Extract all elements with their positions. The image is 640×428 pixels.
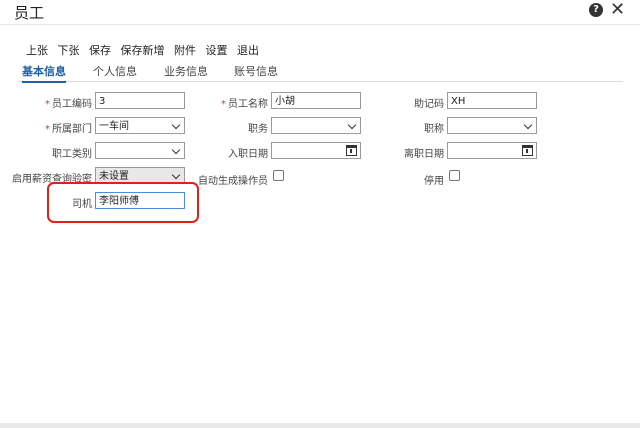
tab-bar: 基本信息 个人信息 业务信息 账号信息 xyxy=(18,63,623,83)
exit-button[interactable]: 退出 xyxy=(237,44,259,57)
prev-button[interactable]: 上张 xyxy=(26,44,48,57)
title-label: 职称 xyxy=(424,124,444,135)
window-title: 员工 xyxy=(14,4,45,22)
settings-button[interactable]: 设置 xyxy=(206,44,228,57)
mnemonic-label: 助记码 xyxy=(414,99,444,110)
calendar-icon[interactable] xyxy=(346,145,357,156)
auto-operator-checkbox[interactable] xyxy=(273,170,284,181)
next-button[interactable]: 下张 xyxy=(58,44,80,57)
toolbar: 上张 下张 保存 保存新增 附件 设置 退出 xyxy=(26,42,265,58)
employee-name-input[interactable]: 小胡 xyxy=(271,92,361,109)
title-bar: 员工 ? ✕ xyxy=(0,0,640,25)
attachment-button[interactable]: 附件 xyxy=(174,44,196,57)
employee-code-input[interactable]: 3 xyxy=(95,92,185,109)
bottom-bar xyxy=(0,423,640,428)
tab-business-info[interactable]: 业务信息 xyxy=(164,63,208,79)
disabled-checkbox[interactable] xyxy=(449,170,460,181)
save-new-button[interactable]: 保存新增 xyxy=(121,44,165,57)
save-button[interactable]: 保存 xyxy=(89,44,111,57)
close-icon[interactable]: ✕ xyxy=(610,0,625,20)
department-label: * 所属部门 xyxy=(45,124,92,135)
position-select[interactable] xyxy=(271,117,361,134)
leave-date-label: 离职日期 xyxy=(404,149,444,160)
employee-code-label: * 员工编码 xyxy=(45,99,92,110)
category-label: 职工类别 xyxy=(52,149,92,160)
tab-personal-info[interactable]: 个人信息 xyxy=(93,63,137,79)
tab-account-info[interactable]: 账号信息 xyxy=(234,63,278,79)
auto-operator-label: 自动生成操作员 xyxy=(198,176,268,187)
tab-divider xyxy=(18,81,623,82)
position-label: 职务 xyxy=(248,124,268,135)
hire-date-input[interactable] xyxy=(271,142,361,159)
calendar-icon[interactable] xyxy=(522,145,533,156)
tab-basic-info[interactable]: 基本信息 xyxy=(22,63,66,83)
employee-name-label: * 员工名称 xyxy=(221,99,268,110)
hire-date-label: 入职日期 xyxy=(228,149,268,160)
category-select[interactable] xyxy=(95,142,185,159)
disabled-label: 停用 xyxy=(424,176,444,187)
leave-date-input[interactable] xyxy=(447,142,537,159)
title-select[interactable] xyxy=(447,117,537,134)
highlight-annotation xyxy=(47,182,199,223)
help-icon[interactable]: ? xyxy=(589,3,603,17)
mnemonic-input[interactable]: XH xyxy=(447,92,537,109)
department-select[interactable]: 一车间 xyxy=(95,117,185,134)
